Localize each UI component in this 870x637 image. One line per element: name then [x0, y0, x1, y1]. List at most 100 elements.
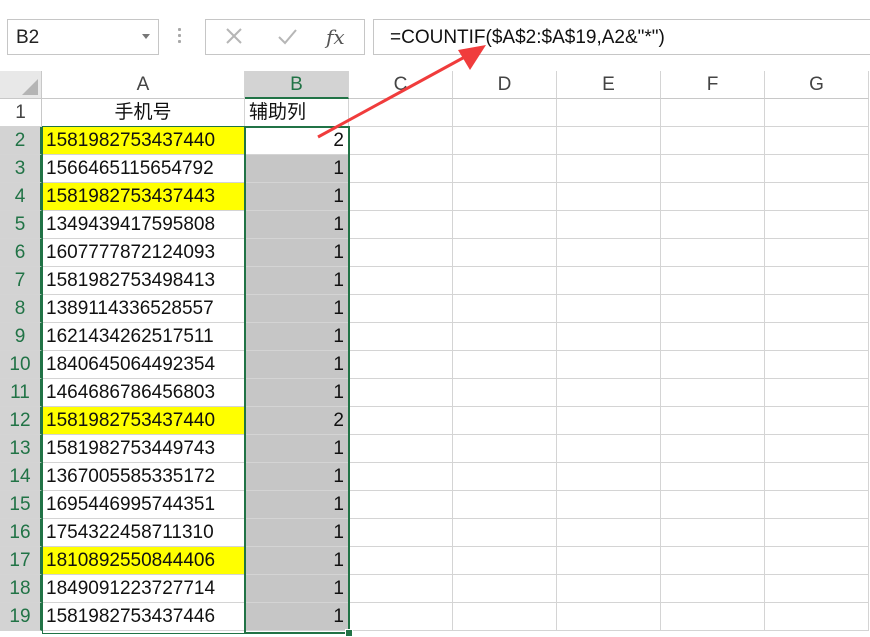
- cell-e19[interactable]: [557, 603, 661, 631]
- row-header-7[interactable]: 7: [0, 267, 42, 295]
- cell-a13[interactable]: 1581982753449743: [42, 435, 245, 463]
- cell-e10[interactable]: [557, 351, 661, 379]
- row-header-9[interactable]: 9: [0, 323, 42, 351]
- cell-e14[interactable]: [557, 463, 661, 491]
- cell-e3[interactable]: [557, 155, 661, 183]
- row-header-10[interactable]: 10: [0, 351, 42, 379]
- cell-d2[interactable]: [453, 127, 557, 155]
- cell-d9[interactable]: [453, 323, 557, 351]
- cell-c1[interactable]: [349, 99, 453, 127]
- cell-g5[interactable]: [765, 211, 869, 239]
- cell-a3[interactable]: 1566465115654792: [42, 155, 245, 183]
- cell-g19[interactable]: [765, 603, 869, 631]
- cell-c19[interactable]: [349, 603, 453, 631]
- cell-c10[interactable]: [349, 351, 453, 379]
- cell-e18[interactable]: [557, 575, 661, 603]
- cell-e11[interactable]: [557, 379, 661, 407]
- select-all-button[interactable]: [0, 71, 42, 99]
- row-header-3[interactable]: 3: [0, 155, 42, 183]
- cell-f15[interactable]: [661, 491, 765, 519]
- cell-a19[interactable]: 1581982753437446: [42, 603, 245, 631]
- row-header-14[interactable]: 14: [0, 463, 42, 491]
- cell-e7[interactable]: [557, 267, 661, 295]
- cell-g2[interactable]: [765, 127, 869, 155]
- cell-d12[interactable]: [453, 407, 557, 435]
- cell-g8[interactable]: [765, 295, 869, 323]
- row-header-2[interactable]: 2: [0, 127, 42, 155]
- cell-f12[interactable]: [661, 407, 765, 435]
- cell-c11[interactable]: [349, 379, 453, 407]
- cell-d7[interactable]: [453, 267, 557, 295]
- cell-a14[interactable]: 1367005585335172: [42, 463, 245, 491]
- cell-f16[interactable]: [661, 519, 765, 547]
- fill-handle[interactable]: [345, 629, 353, 637]
- cell-a15[interactable]: 1695446995744351: [42, 491, 245, 519]
- cell-e15[interactable]: [557, 491, 661, 519]
- cell-a16[interactable]: 1754322458711310: [42, 519, 245, 547]
- cell-b11[interactable]: 1: [245, 379, 349, 407]
- cell-g6[interactable]: [765, 239, 869, 267]
- cell-b10[interactable]: 1: [245, 351, 349, 379]
- cell-d8[interactable]: [453, 295, 557, 323]
- cell-a6[interactable]: 1607777872124093: [42, 239, 245, 267]
- cell-a11[interactable]: 1464686786456803: [42, 379, 245, 407]
- row-header-18[interactable]: 18: [0, 575, 42, 603]
- cell-d17[interactable]: [453, 547, 557, 575]
- cell-c12[interactable]: [349, 407, 453, 435]
- cell-d5[interactable]: [453, 211, 557, 239]
- cell-d16[interactable]: [453, 519, 557, 547]
- cell-g12[interactable]: [765, 407, 869, 435]
- cell-b15[interactable]: 1: [245, 491, 349, 519]
- cell-e4[interactable]: [557, 183, 661, 211]
- cell-f18[interactable]: [661, 575, 765, 603]
- cell-d15[interactable]: [453, 491, 557, 519]
- cell-g16[interactable]: [765, 519, 869, 547]
- cell-c3[interactable]: [349, 155, 453, 183]
- cell-e1[interactable]: [557, 99, 661, 127]
- cell-f3[interactable]: [661, 155, 765, 183]
- insert-function-button[interactable]: fx: [326, 24, 356, 50]
- cell-f6[interactable]: [661, 239, 765, 267]
- column-header-b[interactable]: B: [245, 71, 349, 99]
- cell-a12[interactable]: 1581982753437440: [42, 407, 245, 435]
- cell-d18[interactable]: [453, 575, 557, 603]
- cell-e2[interactable]: [557, 127, 661, 155]
- row-header-5[interactable]: 5: [0, 211, 42, 239]
- cell-a8[interactable]: 1389114336528557: [42, 295, 245, 323]
- cell-a2[interactable]: 1581982753437440: [42, 127, 245, 155]
- cell-b3[interactable]: 1: [245, 155, 349, 183]
- row-header-13[interactable]: 13: [0, 435, 42, 463]
- cell-a4[interactable]: 1581982753437443: [42, 183, 245, 211]
- cell-c15[interactable]: [349, 491, 453, 519]
- grip-handle-icon[interactable]: [178, 28, 182, 46]
- name-box[interactable]: B2: [7, 19, 159, 55]
- cell-e6[interactable]: [557, 239, 661, 267]
- cell-f1[interactable]: [661, 99, 765, 127]
- cell-f4[interactable]: [661, 183, 765, 211]
- cell-a9[interactable]: 1621434262517511: [42, 323, 245, 351]
- cell-f5[interactable]: [661, 211, 765, 239]
- cell-g10[interactable]: [765, 351, 869, 379]
- cell-a17[interactable]: 1810892550844406: [42, 547, 245, 575]
- cell-a18[interactable]: 1849091223727714: [42, 575, 245, 603]
- cell-f17[interactable]: [661, 547, 765, 575]
- formula-input[interactable]: =COUNTIF($A$2:$A$19,A2&"*"): [373, 19, 870, 55]
- cell-b7[interactable]: 1: [245, 267, 349, 295]
- cell-a5[interactable]: 1349439417595808: [42, 211, 245, 239]
- cell-b16[interactable]: 1: [245, 519, 349, 547]
- cell-c9[interactable]: [349, 323, 453, 351]
- cell-f8[interactable]: [661, 295, 765, 323]
- cell-f9[interactable]: [661, 323, 765, 351]
- cell-f2[interactable]: [661, 127, 765, 155]
- row-header-19[interactable]: 19: [0, 603, 42, 631]
- row-header-11[interactable]: 11: [0, 379, 42, 407]
- cell-g1[interactable]: [765, 99, 869, 127]
- cell-d6[interactable]: [453, 239, 557, 267]
- row-header-8[interactable]: 8: [0, 295, 42, 323]
- cell-b1[interactable]: 辅助列: [245, 99, 349, 127]
- cell-d14[interactable]: [453, 463, 557, 491]
- cell-d13[interactable]: [453, 435, 557, 463]
- row-header-15[interactable]: 15: [0, 491, 42, 519]
- cell-e16[interactable]: [557, 519, 661, 547]
- cell-b9[interactable]: 1: [245, 323, 349, 351]
